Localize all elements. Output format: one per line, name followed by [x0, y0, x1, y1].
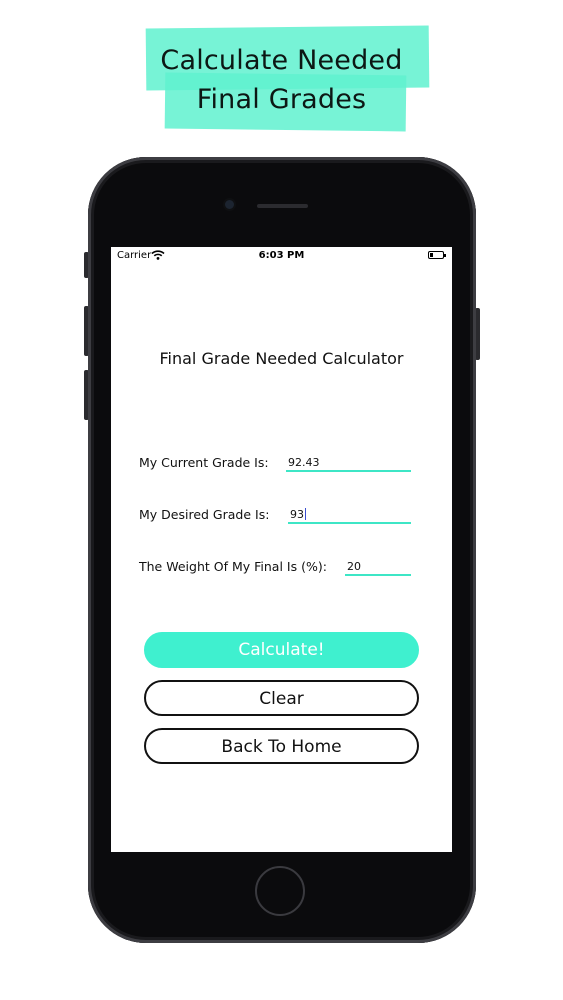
status-time: 6:03 PM [258, 250, 305, 261]
home-button[interactable] [255, 866, 305, 916]
headline-line-2: Final Grades [196, 84, 367, 115]
promo-headline: Calculate Needed Final Grades [0, 0, 563, 140]
desired-grade-input[interactable]: 93 [288, 506, 411, 524]
front-camera-icon [225, 200, 234, 209]
current-grade-input[interactable]: 92.43 [286, 454, 411, 472]
status-bar: Carrier 6:03 PM [111, 247, 452, 267]
final-weight-value: 20 [347, 560, 361, 573]
desired-grade-label: My Desired Grade Is: [139, 507, 270, 522]
app-screen: Carrier 6:03 PM Final Grade Needed Calcu… [111, 247, 452, 852]
battery-icon [428, 251, 446, 259]
current-grade-value: 92.43 [288, 456, 320, 469]
desired-grade-value: 93 [290, 508, 304, 521]
page-title: Final Grade Needed Calculator [159, 349, 404, 368]
final-weight-label: The Weight Of My Final Is (%): [139, 559, 327, 574]
text-cursor [305, 508, 306, 520]
calculate-button[interactable]: Calculate! [144, 632, 419, 668]
headline-line-1: Calculate Needed [160, 45, 403, 76]
battery-level [430, 253, 433, 257]
final-weight-input[interactable]: 20 [345, 558, 411, 576]
back-to-home-button[interactable]: Back To Home [144, 728, 419, 764]
earpiece-speaker [257, 204, 308, 208]
clear-button[interactable]: Clear [144, 680, 419, 716]
current-grade-label: My Current Grade Is: [139, 455, 269, 470]
